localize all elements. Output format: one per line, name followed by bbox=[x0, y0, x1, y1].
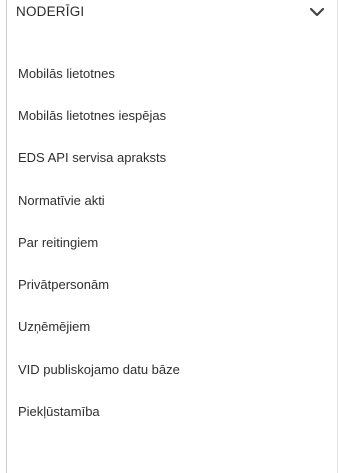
menu-item-piekl-ustamiba[interactable]: Piekļūstamība bbox=[7, 390, 337, 432]
menu-item-mobilas-lietotnes-iespejas[interactable]: Mobilās lietotnes iespējas bbox=[7, 94, 337, 136]
menu-item-eds-api-servisa-apraksts[interactable]: EDS API servisa apraksts bbox=[7, 137, 337, 179]
chevron-down-icon[interactable] bbox=[309, 6, 325, 18]
menu-item-label: Normatīvie akti bbox=[18, 192, 105, 208]
menu-item-label: EDS API servisa apraksts bbox=[18, 150, 167, 166]
menu-item-par-reitingiem[interactable]: Par reitingiem bbox=[7, 221, 337, 263]
menu-item-label: Mobilās lietotnes iespējas bbox=[18, 107, 167, 123]
menu-item-label: Privātpersonām bbox=[18, 277, 110, 293]
menu-item-label: VID publiskojamo datu bāze bbox=[18, 361, 180, 377]
dropdown-header[interactable]: NODERĪGI bbox=[7, 0, 337, 36]
menu-item-label: Piekļūstamība bbox=[18, 404, 100, 420]
dropdown-panel: NODERĪGI Mobilās lietotnes Mobilās lieto… bbox=[0, 0, 338, 473]
dropdown-menu: Mobilās lietotnes Mobilās lietotnes iesp… bbox=[7, 52, 337, 433]
dropdown-title: NODERĪGI bbox=[16, 4, 85, 19]
menu-item-uznemejiem[interactable]: Uzņēmējiem bbox=[7, 306, 337, 348]
menu-item-mobilas-lietotnes[interactable]: Mobilās lietotnes bbox=[7, 52, 337, 94]
menu-item-label: Mobilās lietotnes bbox=[18, 65, 115, 81]
menu-item-privatpersonam[interactable]: Privātpersonām bbox=[7, 263, 337, 305]
menu-item-label: Par reitingiem bbox=[18, 234, 99, 250]
menu-item-label: Uzņēmējiem bbox=[18, 319, 91, 335]
menu-item-vid-publiskojamo-datu-baze[interactable]: VID publiskojamo datu bāze bbox=[7, 348, 337, 390]
menu-item-normativie-akti[interactable]: Normatīvie akti bbox=[7, 179, 337, 221]
